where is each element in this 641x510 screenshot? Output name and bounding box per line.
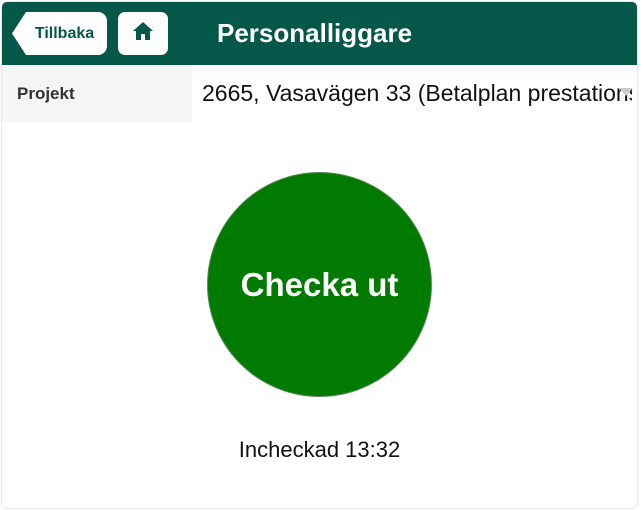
project-row: Projekt 2665, Vasavägen 33 (Betalplan pr… — [2, 65, 637, 122]
project-label: Projekt — [2, 65, 192, 122]
home-button[interactable] — [118, 12, 168, 55]
app-window: Tillbaka Personalliggare Projekt 2665, V… — [2, 2, 637, 508]
back-button[interactable]: Tillbaka — [12, 12, 107, 55]
page-title: Personalliggare — [217, 18, 413, 48]
home-icon — [132, 21, 154, 46]
back-button-label: Tillbaka — [34, 24, 95, 42]
project-select[interactable]: 2665, Vasavägen 33 (Betalplan prestation… — [192, 65, 637, 122]
checkout-button-label: Checka ut — [240, 265, 399, 303]
project-select-value: 2665, Vasavägen 33 (Betalplan prestation… — [202, 80, 632, 106]
checkout-button[interactable]: Checka ut — [207, 172, 432, 397]
checked-in-status: Incheckad 13:32 — [238, 437, 401, 462]
chevron-down-icon — [619, 88, 633, 96]
header-bar: Tillbaka Personalliggare — [2, 2, 637, 65]
